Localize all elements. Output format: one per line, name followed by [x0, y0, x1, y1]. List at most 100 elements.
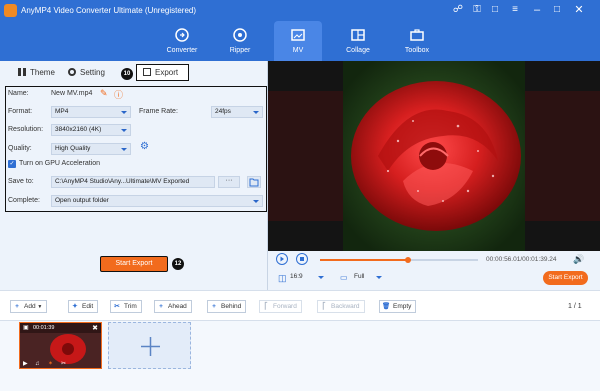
- add-clip-placeholder[interactable]: [108, 322, 191, 369]
- tab-label: Theme: [30, 68, 55, 77]
- info-icon[interactable]: ⓘ: [114, 88, 123, 101]
- format-select[interactable]: MP4: [51, 106, 131, 118]
- save-to-label: Save to:: [8, 178, 34, 185]
- callout-badge-12: 12: [172, 258, 184, 270]
- clip-close-icon[interactable]: ✖: [92, 324, 98, 332]
- edit-pencil-icon[interactable]: ✎: [100, 88, 108, 99]
- clip-play-icon[interactable]: ▶: [23, 360, 28, 367]
- gpu-acceleration-checkbox[interactable]: ✓: [8, 160, 16, 168]
- plus-icon: +: [15, 303, 19, 310]
- forward-button[interactable]: ⎡ Forward: [259, 300, 302, 313]
- play-icon: [280, 256, 284, 262]
- aspect-ratio-select[interactable]: 16:9: [290, 273, 326, 284]
- magic-wand-icon: ✦: [72, 303, 78, 310]
- aspect-ratio-icon: ◫: [278, 273, 287, 283]
- collage-icon: [351, 29, 365, 41]
- stop-icon: [300, 257, 304, 261]
- add-label: Add: [24, 303, 36, 310]
- format-label: Format:: [8, 108, 33, 115]
- plus-icon: [141, 337, 160, 356]
- save-to-path-value: C:\AnyMP4 Studio\Any...Ultimate\MV Expor…: [55, 178, 190, 185]
- clip-effect-icon[interactable]: ✶: [48, 360, 53, 367]
- ahead-button[interactable]: + Ahead: [154, 300, 192, 313]
- complete-label: Complete:: [8, 197, 40, 204]
- player-controls: 00:00:56.01/00:01:39.24 🔊 ◫ 16:9 ▭ Full …: [268, 251, 600, 290]
- app-title: AnyMP4 Video Converter Ultimate (Unregis…: [21, 6, 197, 15]
- seek-handle[interactable]: [405, 257, 412, 263]
- chevron-down-icon: [121, 111, 127, 114]
- close-icon[interactable]: ✕: [572, 3, 586, 17]
- plus-icon: +: [212, 303, 216, 310]
- clip-cut-icon[interactable]: ✂: [61, 360, 66, 367]
- trim-label: Trim: [124, 303, 137, 310]
- play-button[interactable]: [276, 253, 288, 265]
- save-to-path-field[interactable]: C:\AnyMP4 Studio\Any...Ultimate\MV Expor…: [51, 176, 215, 188]
- nav-collage[interactable]: Collage: [334, 21, 382, 61]
- timeline-clip[interactable]: ▣ 00:01:39 ✖ ▶ ♫ ✶ ✂: [19, 322, 102, 369]
- chat-icon[interactable]: □: [488, 3, 502, 17]
- tab-theme[interactable]: Theme: [18, 65, 55, 81]
- complete-action-value: Open output folder: [55, 197, 109, 204]
- video-icon: ▣: [23, 325, 29, 331]
- time-display: 00:00:56.01/00:01:39.24: [486, 256, 557, 263]
- nav-label: Toolbox: [404, 47, 430, 54]
- stop-button[interactable]: [296, 253, 308, 265]
- empty-label: Empty: [393, 303, 412, 310]
- maximize-icon[interactable]: □: [550, 3, 564, 17]
- chevron-down-icon: ▼: [37, 304, 43, 310]
- minimize-icon[interactable]: –: [530, 3, 544, 17]
- quality-label: Quality:: [8, 145, 32, 152]
- quality-select[interactable]: High Quality: [51, 143, 131, 155]
- add-button[interactable]: + Add ▼: [10, 300, 48, 313]
- app-logo-icon: [4, 4, 17, 17]
- edit-toolbar: + Add ▼ ✦ Edit ✂ Trim + Ahead + Behind ⎡ Forwa…: [0, 290, 600, 320]
- nav-mv[interactable]: MV: [274, 21, 322, 61]
- browse-dots-button[interactable]: ···: [218, 176, 240, 188]
- grid-icon: [18, 68, 26, 76]
- resolution-value: 3840x2160 (4K): [55, 126, 102, 133]
- trim-button[interactable]: ✂ Trim: [110, 300, 142, 313]
- empty-button[interactable]: 🗑 Empty: [379, 300, 417, 313]
- converter-icon: [175, 28, 189, 42]
- file-name-value: New MV.mp4: [51, 90, 93, 97]
- edit-button[interactable]: ✦ Edit: [68, 300, 99, 313]
- export-icon: [143, 68, 151, 76]
- chevron-down-icon: [121, 148, 127, 151]
- zoom-select[interactable]: Full: [354, 273, 384, 284]
- tab-setting[interactable]: Setting: [68, 65, 105, 81]
- menu-icon[interactable]: ≡: [508, 3, 522, 17]
- nav-label: Collage: [346, 47, 370, 54]
- monitor-icon: ▭: [340, 273, 348, 282]
- start-export-button[interactable]: Start Export: [100, 256, 168, 272]
- nav-converter[interactable]: Converter: [158, 21, 206, 61]
- title-bar: AnyMP4 Video Converter Ultimate (Unregis…: [0, 0, 600, 21]
- resolution-label: Resolution:: [8, 126, 44, 133]
- cart-icon[interactable]: ☍: [451, 3, 465, 17]
- tab-label: Export: [155, 68, 179, 77]
- frame-rate-select[interactable]: 24fps: [211, 106, 263, 118]
- chevron-down-icon: [318, 276, 324, 279]
- backward-button[interactable]: ⎡ Backward: [317, 300, 365, 313]
- edit-label: Edit: [82, 303, 94, 310]
- behind-label: Behind: [221, 303, 242, 310]
- backward-label: Backward: [331, 303, 360, 310]
- clip-audio-icon[interactable]: ♫: [35, 361, 40, 367]
- page-indicator: 1 / 1: [568, 303, 582, 310]
- quality-settings-gear-icon[interactable]: ⚙: [140, 141, 149, 152]
- volume-icon[interactable]: 🔊: [573, 254, 584, 265]
- complete-action-select[interactable]: Open output folder: [51, 195, 263, 207]
- nav-ripper[interactable]: Ripper: [216, 21, 264, 61]
- preview-start-export-button[interactable]: Start Export: [543, 271, 588, 285]
- open-folder-button[interactable]: [247, 176, 261, 188]
- key-icon[interactable]: ⚿: [470, 3, 484, 17]
- format-value: MP4: [55, 108, 69, 115]
- frame-rate-value: 24fps: [215, 108, 231, 115]
- behind-button[interactable]: + Behind: [207, 300, 247, 313]
- seek-bar[interactable]: [320, 257, 478, 263]
- nav-label: MV: [292, 47, 304, 54]
- resolution-select[interactable]: 3840x2160 (4K): [51, 124, 131, 136]
- video-preview: [268, 61, 600, 251]
- rose-preview-image: [268, 61, 600, 251]
- nav-toolbox[interactable]: Toolbox: [393, 21, 441, 61]
- tab-export[interactable]: Export: [136, 64, 190, 81]
